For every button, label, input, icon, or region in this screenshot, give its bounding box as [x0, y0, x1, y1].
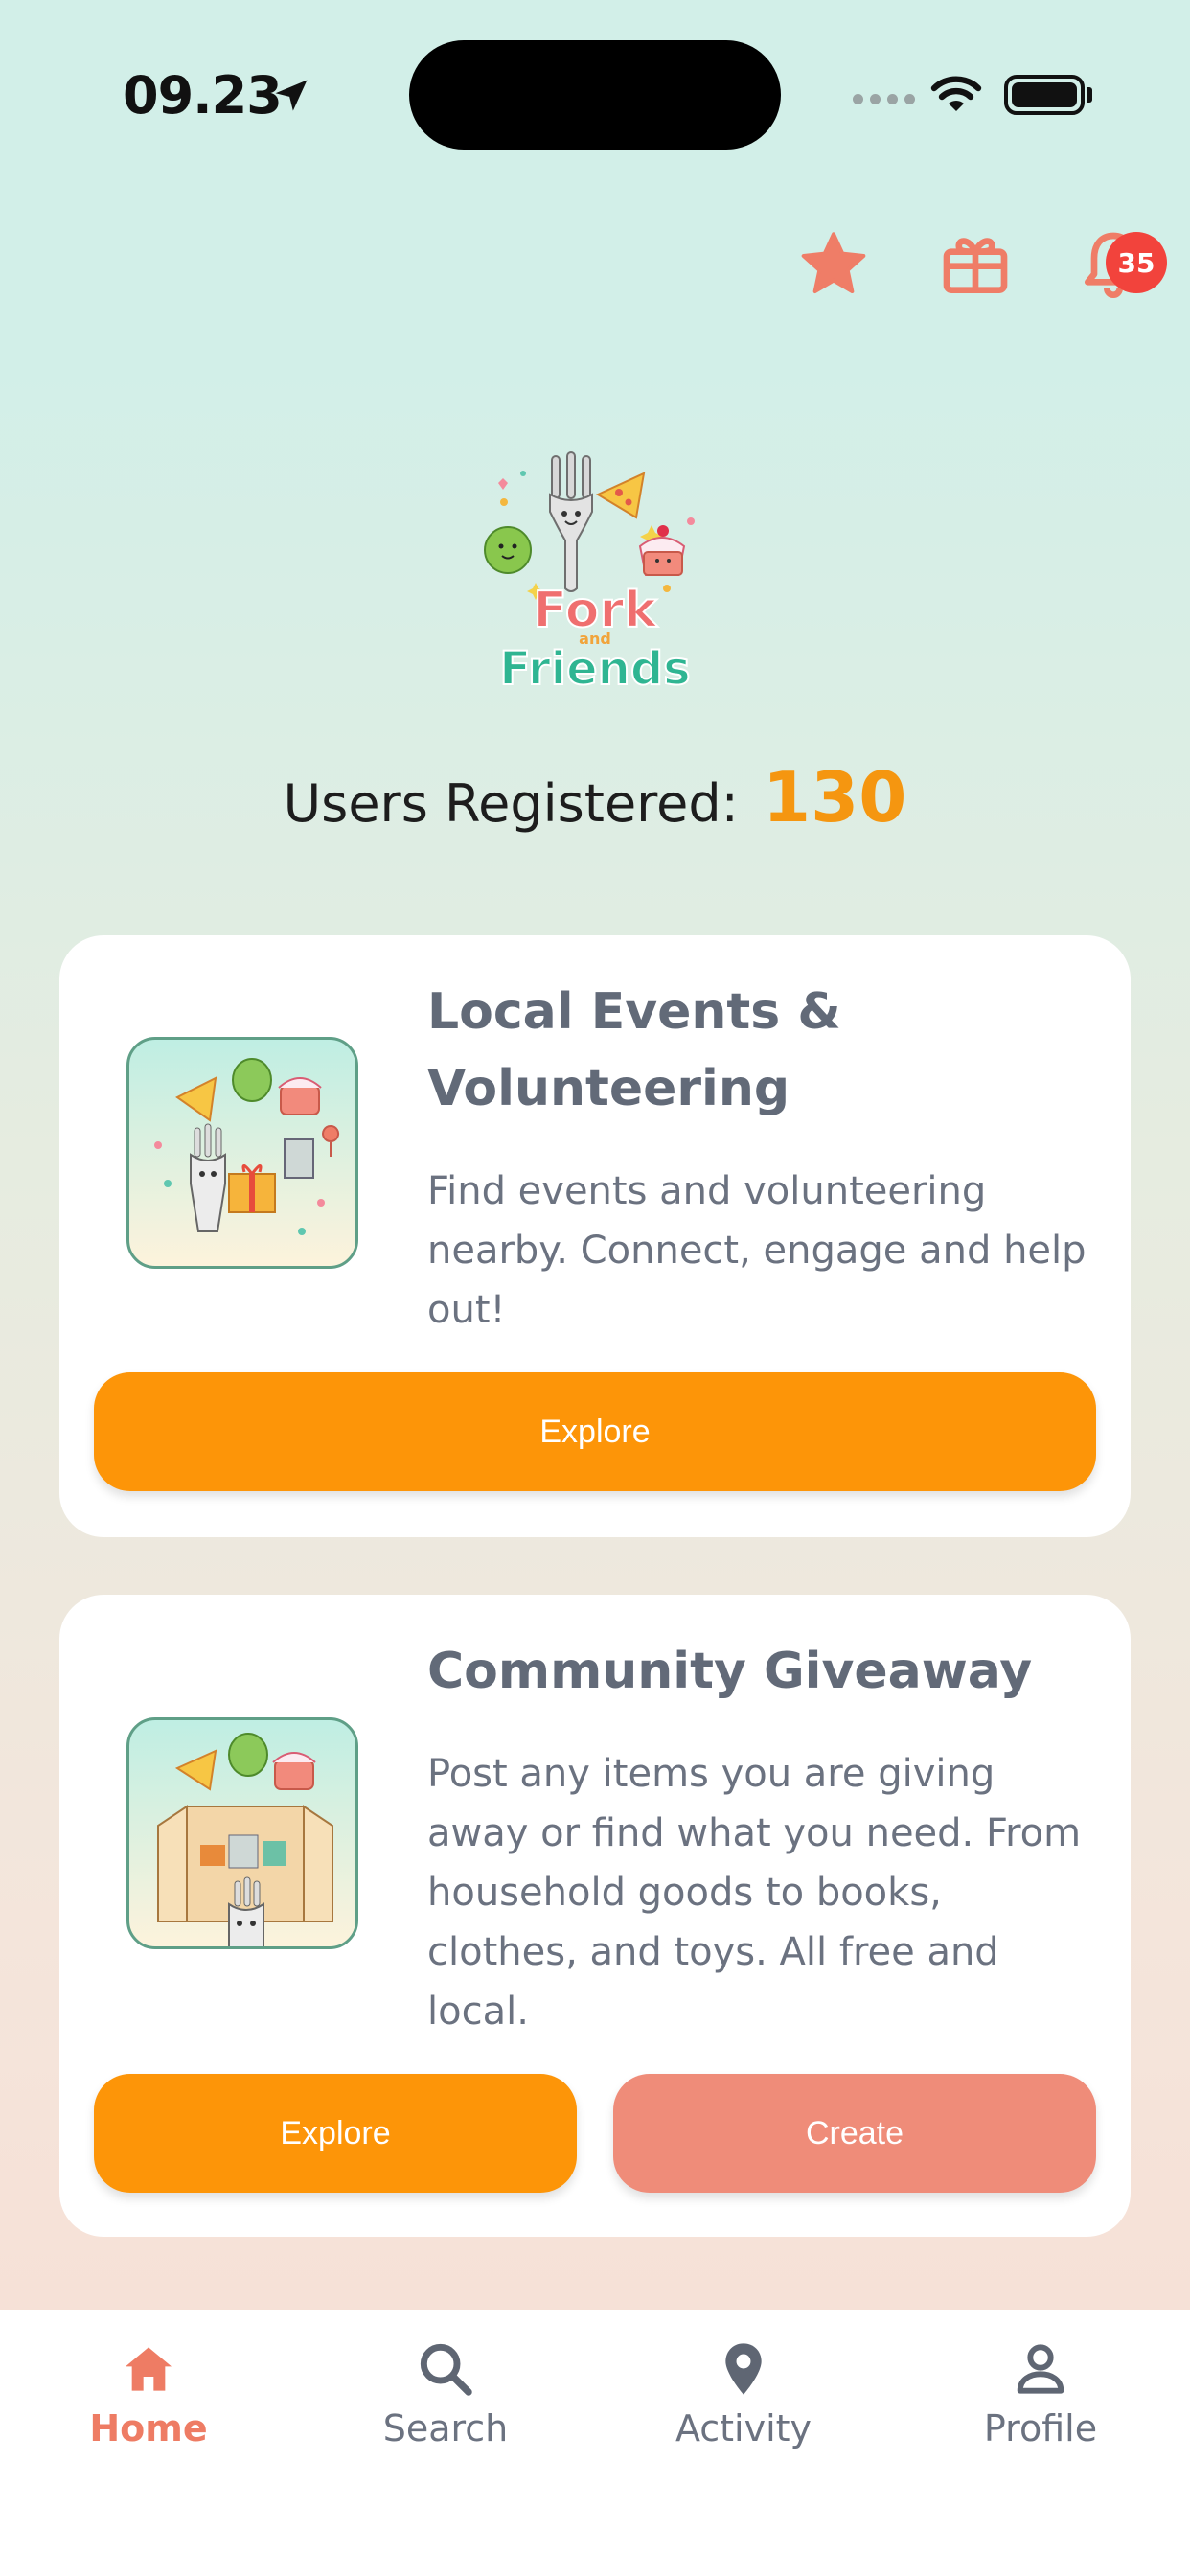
star-icon[interactable] — [795, 226, 872, 303]
community-giveaway-create-button[interactable]: Create — [613, 2074, 1096, 2193]
dynamic-island — [409, 40, 781, 150]
tab-home-label: Home — [89, 2407, 208, 2450]
tab-search[interactable]: Search — [340, 2338, 551, 2450]
local-events-card: Local Events & Volunteering Find events … — [59, 935, 1131, 1537]
search-icon — [420, 2343, 472, 2396]
wifi-icon — [930, 76, 982, 111]
status-time: 09.23 — [123, 65, 283, 126]
home-icon — [126, 2347, 172, 2391]
fork-and-friends-logo: Fork and Friends — [484, 451, 695, 694]
tab-activity[interactable]: Activity — [638, 2338, 849, 2450]
person-icon — [1017, 2344, 1064, 2394]
svg-text:Friends: Friends — [499, 642, 691, 694]
gift-icon[interactable] — [937, 226, 1014, 303]
cellular-signal-icon — [853, 94, 915, 104]
local-events-explore-button[interactable]: Explore — [94, 1372, 1096, 1491]
tab-home[interactable]: Home — [43, 2338, 254, 2450]
community-giveaway-description: Post any items you are giving away or fi… — [427, 1752, 1082, 2034]
battery-icon — [1004, 75, 1085, 115]
status-bar: 09.23 — [0, 0, 1190, 192]
local-events-title: Local Events & Volunteering — [427, 983, 841, 1117]
header-actions — [0, 226, 1190, 303]
community-giveaway-title: Community Giveaway — [427, 1643, 1033, 1700]
community-giveaway-card: Community Giveaway Post any items you ar… — [59, 1595, 1131, 2237]
tab-profile[interactable]: Profile — [935, 2338, 1146, 2450]
community-giveaway-illustration — [126, 1717, 358, 1949]
users-registered-count: 130 — [763, 757, 907, 838]
local-events-description: Find events and volunteering nearby. Con… — [427, 1169, 1087, 1332]
tab-search-label: Search — [382, 2407, 509, 2450]
notification-badge: 35 — [1106, 232, 1167, 293]
tab-profile-label: Profile — [983, 2407, 1098, 2450]
community-giveaway-explore-button[interactable]: Explore — [94, 2074, 577, 2193]
bottom-tab-bar: Home Search Activity Profile — [0, 2310, 1190, 2576]
users-registered-stat: Users Registered: 130 — [0, 757, 1190, 838]
location-arrow-icon — [275, 80, 308, 111]
tab-activity-label: Activity — [675, 2407, 812, 2450]
users-registered-label: Users Registered: — [283, 773, 739, 834]
battery-cap — [1087, 87, 1092, 103]
local-events-illustration — [126, 1037, 358, 1269]
location-pin-icon — [725, 2343, 762, 2395]
